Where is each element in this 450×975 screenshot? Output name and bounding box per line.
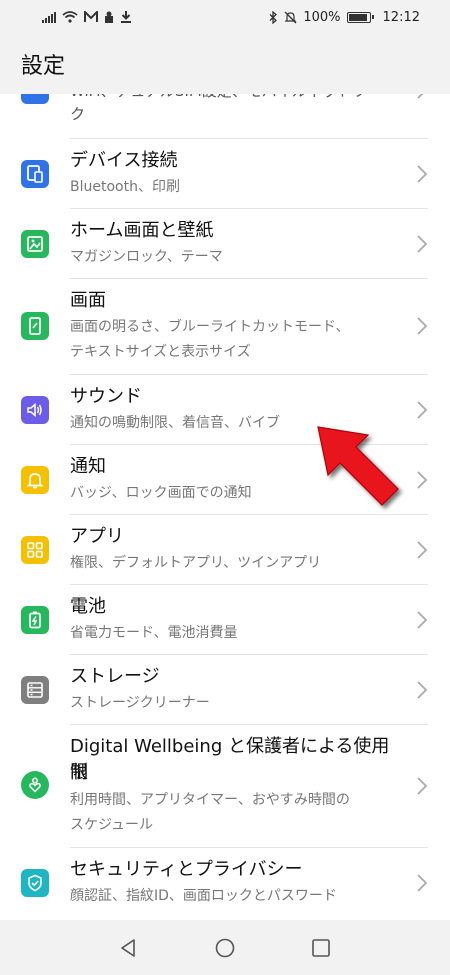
chevron-right-icon xyxy=(417,94,424,99)
battery-percent: 100% xyxy=(303,9,341,25)
list-item-device-connection[interactable]: デバイス接続 Bluetooth、印刷 xyxy=(0,139,450,208)
sound-icon xyxy=(21,396,49,424)
list-item-subtitle: ク xyxy=(70,105,86,123)
chevron-right-icon xyxy=(417,317,428,335)
list-item-title-line2: 限 xyxy=(70,762,88,783)
list-item-battery[interactable]: 電池 省電力モード、電池消費量 xyxy=(0,585,450,654)
list-item-storage[interactable]: ストレージ ストレージクリーナー xyxy=(0,655,450,724)
list-item-subtitle: 権限、デフォルトアプリ、ツインアプリ xyxy=(70,555,322,571)
list-item-title: ストレージ xyxy=(70,666,160,687)
list-item-title: アプリ xyxy=(70,526,124,547)
list-item-display[interactable]: 画面 画面の明るさ、ブルーライトカットモード、 テキストサイズと表示サイズ xyxy=(0,279,450,374)
clock: 12:12 xyxy=(382,9,420,25)
chevron-right-icon xyxy=(417,777,428,795)
download-icon xyxy=(121,11,131,23)
list-item-subtitle: 省電力モード、電池消費量 xyxy=(70,625,238,641)
list-item-subtitle-line2: スケジュール xyxy=(70,817,154,833)
list-item-title: 画面 xyxy=(70,290,106,311)
chevron-right-icon xyxy=(417,471,428,489)
list-item-subtitle-line2: テキストサイズと表示サイズ xyxy=(70,344,251,360)
navigation-bar xyxy=(0,920,450,975)
mobile-network-icon xyxy=(21,94,49,104)
list-item-mobile-network[interactable]: WiFi、デュアルSIM設定、モバイルネットワー ク xyxy=(0,94,450,140)
wallpaper-icon xyxy=(21,230,49,258)
storage-icon xyxy=(21,676,49,704)
chevron-right-icon xyxy=(417,235,428,253)
mute-icon xyxy=(284,11,297,23)
page-title-bar: 設定 xyxy=(0,34,450,94)
bluetooth-icon xyxy=(269,10,278,24)
list-item-apps[interactable]: アプリ 権限、デフォルトアプリ、ツインアプリ xyxy=(0,515,450,584)
display-icon xyxy=(21,312,49,340)
apps-grid-icon xyxy=(21,536,49,564)
chevron-right-icon xyxy=(417,401,428,419)
list-item-title: セキュリティとプライバシー xyxy=(70,859,303,880)
shield-icon xyxy=(21,869,49,897)
chevron-right-icon xyxy=(417,874,428,892)
bell-icon xyxy=(21,466,49,494)
list-item-title: サウンド xyxy=(70,386,142,407)
chevron-right-icon xyxy=(417,681,428,699)
list-item-subtitle: Bluetooth、印刷 xyxy=(70,179,180,195)
status-right-icons: 100% 12:12 xyxy=(269,10,420,25)
device-connection-icon xyxy=(21,160,49,188)
list-item-subtitle: マガジンロック、テーマ xyxy=(70,249,223,265)
list-item-title: ホーム画面と壁紙 xyxy=(70,220,214,241)
wellbeing-icon xyxy=(21,771,49,799)
list-item-wellbeing[interactable]: Digital Wellbeing と保護者による使用制 限 利用時間、アプリタ… xyxy=(0,725,450,847)
signal-icon xyxy=(42,11,56,23)
list-item-subtitle: 画面の明るさ、ブルーライトカットモード、 xyxy=(70,319,350,335)
battery-icon xyxy=(346,11,374,23)
lock-icon xyxy=(105,11,113,23)
list-item-subtitle: 顔認証、指紋ID、画面ロックとパスワード xyxy=(70,888,337,904)
chevron-right-icon xyxy=(417,611,428,629)
list-item-title: デバイス接続 xyxy=(70,150,178,171)
back-icon[interactable] xyxy=(117,937,139,959)
wifi-icon xyxy=(62,11,78,23)
chevron-right-icon xyxy=(417,541,428,559)
chevron-right-icon xyxy=(417,165,428,183)
status-left-icons xyxy=(42,11,132,23)
list-item-home-wallpaper[interactable]: ホーム画面と壁紙 マガジンロック、テーマ xyxy=(0,209,450,278)
mail-icon xyxy=(84,11,98,22)
page-title: 設定 xyxy=(21,54,66,79)
list-item-subtitle: 利用時間、アプリタイマー、おやすみ時間の xyxy=(70,792,350,808)
recents-icon[interactable] xyxy=(310,937,332,959)
annotation-arrow xyxy=(317,426,399,506)
status-bar: 100% 12:12 xyxy=(0,0,450,34)
list-item-security[interactable]: セキュリティとプライバシー 顔認証、指紋ID、画面ロックとパスワード xyxy=(0,848,450,917)
list-item-title: 電池 xyxy=(70,596,106,617)
battery-charge-icon xyxy=(21,606,49,634)
home-icon[interactable] xyxy=(214,937,236,959)
list-item-subtitle: ストレージクリーナー xyxy=(70,695,210,711)
